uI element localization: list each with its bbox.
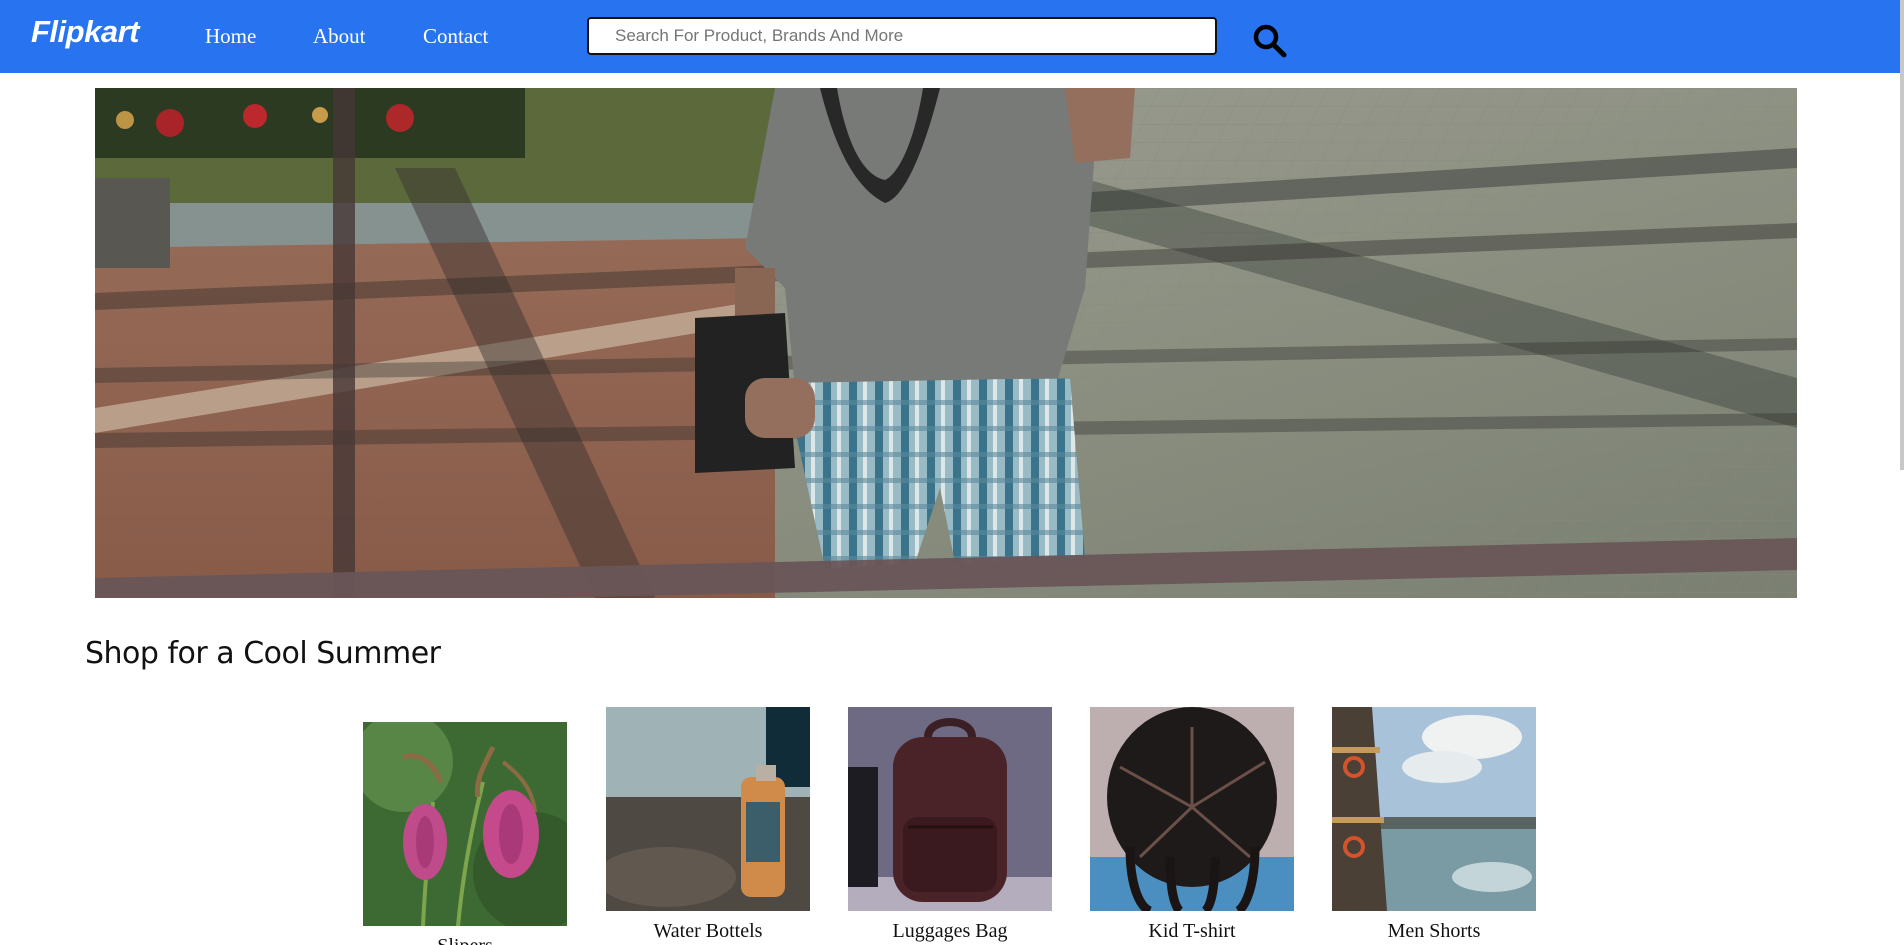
product-card-kid-t-shirt[interactable]: Kid T-shirt [1090, 707, 1294, 943]
product-label[interactable]: Kid T-shirt [1090, 920, 1294, 943]
search-input[interactable] [587, 17, 1217, 55]
braided-hair-image[interactable] [1090, 707, 1294, 911]
nav-link-home[interactable]: Home [205, 24, 256, 49]
navbar: Flipkart Home About Contact [0, 0, 1904, 73]
water-bottle-image[interactable] [606, 707, 810, 911]
product-card-slipers[interactable]: Slipers [363, 722, 567, 945]
ferry-sea-image[interactable] [1332, 707, 1536, 911]
product-label[interactable]: Slipers [363, 935, 567, 945]
hero-image [95, 88, 1797, 598]
product-card-luggages-bag[interactable]: Luggages Bag [848, 707, 1052, 943]
product-label[interactable]: Men Shorts [1332, 920, 1536, 943]
search-icon [1253, 24, 1287, 57]
nav-link-about[interactable]: About [313, 24, 366, 49]
product-card-men-shorts[interactable]: Men Shorts [1332, 707, 1536, 943]
hero-banner [95, 88, 1797, 598]
nav-link-contact[interactable]: Contact [423, 24, 488, 49]
product-label[interactable]: Luggages Bag [848, 920, 1052, 943]
product-label[interactable]: Water Bottels [606, 920, 810, 943]
search-button[interactable] [1250, 22, 1290, 62]
section-title: Shop for a Cool Summer [85, 636, 441, 671]
page-scrollbar[interactable] [1900, 0, 1904, 470]
pink-orchid-image[interactable] [363, 722, 567, 926]
flipkart-logo[interactable]: Flipkart [31, 14, 139, 50]
backpack-image[interactable] [848, 707, 1052, 911]
product-card-water-bottels[interactable]: Water Bottels [606, 707, 810, 943]
